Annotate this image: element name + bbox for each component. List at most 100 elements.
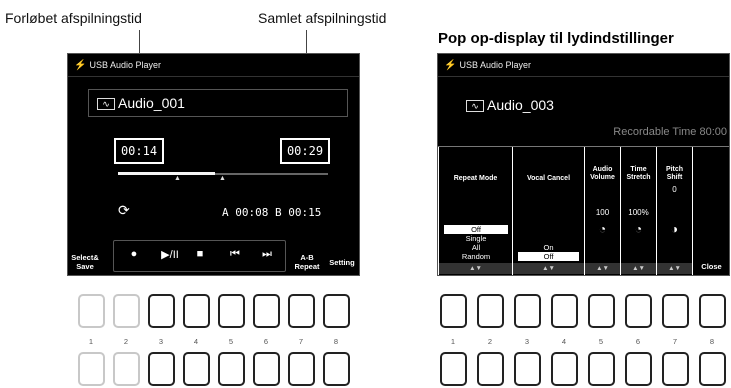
physical-button-lower-7[interactable]: [288, 352, 315, 386]
window-title: ⚡ USB Audio Player: [74, 60, 161, 71]
physical-button-upper-5[interactable]: [588, 294, 615, 328]
physical-button-lower-4[interactable]: [551, 352, 578, 386]
physical-button-upper-3[interactable]: [514, 294, 541, 328]
song-name: Audio_001: [118, 95, 185, 111]
repeat-option-random[interactable]: Random: [444, 252, 508, 261]
usb-icon: ⚡: [74, 60, 87, 71]
physical-button-lower-4[interactable]: [183, 352, 210, 386]
time-stretch-arrows[interactable]: ▲▼: [621, 263, 656, 274]
play-pause-button[interactable]: ▶/II: [157, 248, 183, 261]
physical-button-upper-2[interactable]: [477, 294, 504, 328]
physical-button-upper-1[interactable]: [78, 294, 105, 328]
physical-button-lower-6[interactable]: [253, 352, 280, 386]
physical-button-upper-7[interactable]: [662, 294, 689, 328]
physical-button-lower-1[interactable]: [78, 352, 105, 386]
time-stretch-header: Time Stretch: [626, 166, 651, 181]
audio-volume-value: 100: [595, 208, 610, 217]
recordable-time: Recordable Time 80:00: [613, 126, 727, 138]
physical-button-lower-8[interactable]: [323, 352, 350, 386]
button-number: 3: [524, 337, 530, 346]
progress-fill: [118, 172, 215, 175]
popup-display-title: Pop op-display til lydindstillinger: [438, 30, 674, 47]
song-name-box[interactable]: ∿ Audio_003: [458, 92, 729, 120]
audio-settings-screen: ⚡ USB Audio Player ∿ Audio_003 Recordable …: [437, 53, 730, 276]
physical-button-lower-5[interactable]: [588, 352, 615, 386]
repeat-option-all[interactable]: All: [444, 243, 508, 252]
button-number: 2: [123, 337, 129, 346]
button-number: 2: [487, 337, 493, 346]
audio-volume-arrows[interactable]: ▲▼: [585, 263, 620, 274]
button-number: 3: [158, 337, 164, 346]
repeat-option-single[interactable]: Single: [444, 234, 508, 243]
physical-button-upper-4[interactable]: [551, 294, 578, 328]
physical-button-upper-7[interactable]: [288, 294, 315, 328]
physical-button-upper-1[interactable]: [440, 294, 467, 328]
button-number: 4: [561, 337, 567, 346]
vocal-cancel-header: Vocal Cancel: [526, 175, 571, 182]
repeat-mode-header: Repeat Mode: [453, 175, 498, 182]
physical-button-lower-2[interactable]: [113, 352, 140, 386]
usb-icon: ⚡: [444, 60, 457, 71]
stop-button[interactable]: ■: [190, 248, 210, 260]
physical-button-upper-4[interactable]: [183, 294, 210, 328]
total-time-annotation: Samlet afspilningstid: [258, 10, 387, 26]
song-name-box[interactable]: ∿ Audio_001: [88, 89, 348, 117]
repeat-mode-arrows[interactable]: ▲▼: [439, 263, 512, 274]
vocal-option-off[interactable]: Off: [518, 252, 579, 261]
vocal-option-on[interactable]: On: [518, 243, 579, 252]
physical-button-upper-6[interactable]: [625, 294, 652, 328]
button-number: 6: [635, 337, 641, 346]
pitch-shift-knob-icon[interactable]: ◑: [657, 222, 692, 236]
physical-button-lower-8[interactable]: [699, 352, 726, 386]
physical-button-upper-8[interactable]: [699, 294, 726, 328]
physical-button-lower-2[interactable]: [477, 352, 504, 386]
select-save-button[interactable]: Select& Save: [70, 253, 100, 271]
elapsed-time-display: 00:14: [114, 138, 164, 164]
button-number: 1: [450, 337, 456, 346]
physical-button-lower-1[interactable]: [440, 352, 467, 386]
repeat-option-off[interactable]: Off: [444, 225, 508, 234]
button-number: 8: [709, 337, 715, 346]
physical-button-lower-7[interactable]: [662, 352, 689, 386]
rewind-button[interactable]: ⏮: [225, 248, 245, 261]
time-stretch-value: 100%: [628, 208, 649, 217]
button-number: 4: [193, 337, 199, 346]
song-name: Audio_003: [487, 97, 554, 113]
physical-button-upper-5[interactable]: [218, 294, 245, 328]
close-button[interactable]: Close: [693, 262, 729, 271]
physical-button-upper-3[interactable]: [148, 294, 175, 328]
button-number: 5: [228, 337, 234, 346]
marker-b-icon: ▲: [219, 175, 226, 182]
repeat-icon: ⟳: [118, 202, 130, 218]
button-number: 7: [672, 337, 678, 346]
audio-wave-icon: ∿: [466, 100, 484, 113]
record-button[interactable]: ●: [124, 248, 144, 260]
physical-button-upper-2[interactable]: [113, 294, 140, 328]
total-time-display: 00:29: [280, 138, 330, 164]
audio-volume-knob-icon[interactable]: ◔: [585, 222, 620, 236]
button-number: 1: [88, 337, 94, 346]
pitch-shift-arrows[interactable]: ▲▼: [657, 263, 692, 274]
vocal-cancel-arrows[interactable]: ▲▼: [513, 263, 584, 274]
ab-repeat-button[interactable]: A-B Repeat: [290, 253, 324, 271]
physical-button-lower-5[interactable]: [218, 352, 245, 386]
pitch-shift-value: 0: [672, 185, 677, 194]
time-stretch-knob-icon[interactable]: ◔: [621, 222, 656, 236]
button-number: 6: [263, 337, 269, 346]
physical-button-lower-3[interactable]: [514, 352, 541, 386]
button-number: 8: [333, 337, 339, 346]
physical-button-upper-6[interactable]: [253, 294, 280, 328]
setting-button[interactable]: Setting: [325, 258, 359, 267]
button-number: 7: [298, 337, 304, 346]
marker-a-icon: ▲: [174, 175, 181, 182]
fast-forward-button[interactable]: ⏭: [257, 248, 277, 261]
pitch-shift-header: Pitch Shift: [665, 166, 684, 181]
audio-wave-icon: ∿: [97, 98, 115, 111]
ab-repeat-times: A 00:08 B 00:15: [222, 206, 322, 219]
physical-button-lower-3[interactable]: [148, 352, 175, 386]
audio-volume-header: Audio Volume: [590, 166, 615, 181]
physical-button-upper-8[interactable]: [323, 294, 350, 328]
usb-audio-player-screen: ⚡ USB Audio Player ∿ Audio_001 00:14 00:29…: [67, 53, 360, 276]
physical-button-lower-6[interactable]: [625, 352, 652, 386]
elapsed-time-annotation: Forløbet afspilningstid: [5, 10, 142, 26]
